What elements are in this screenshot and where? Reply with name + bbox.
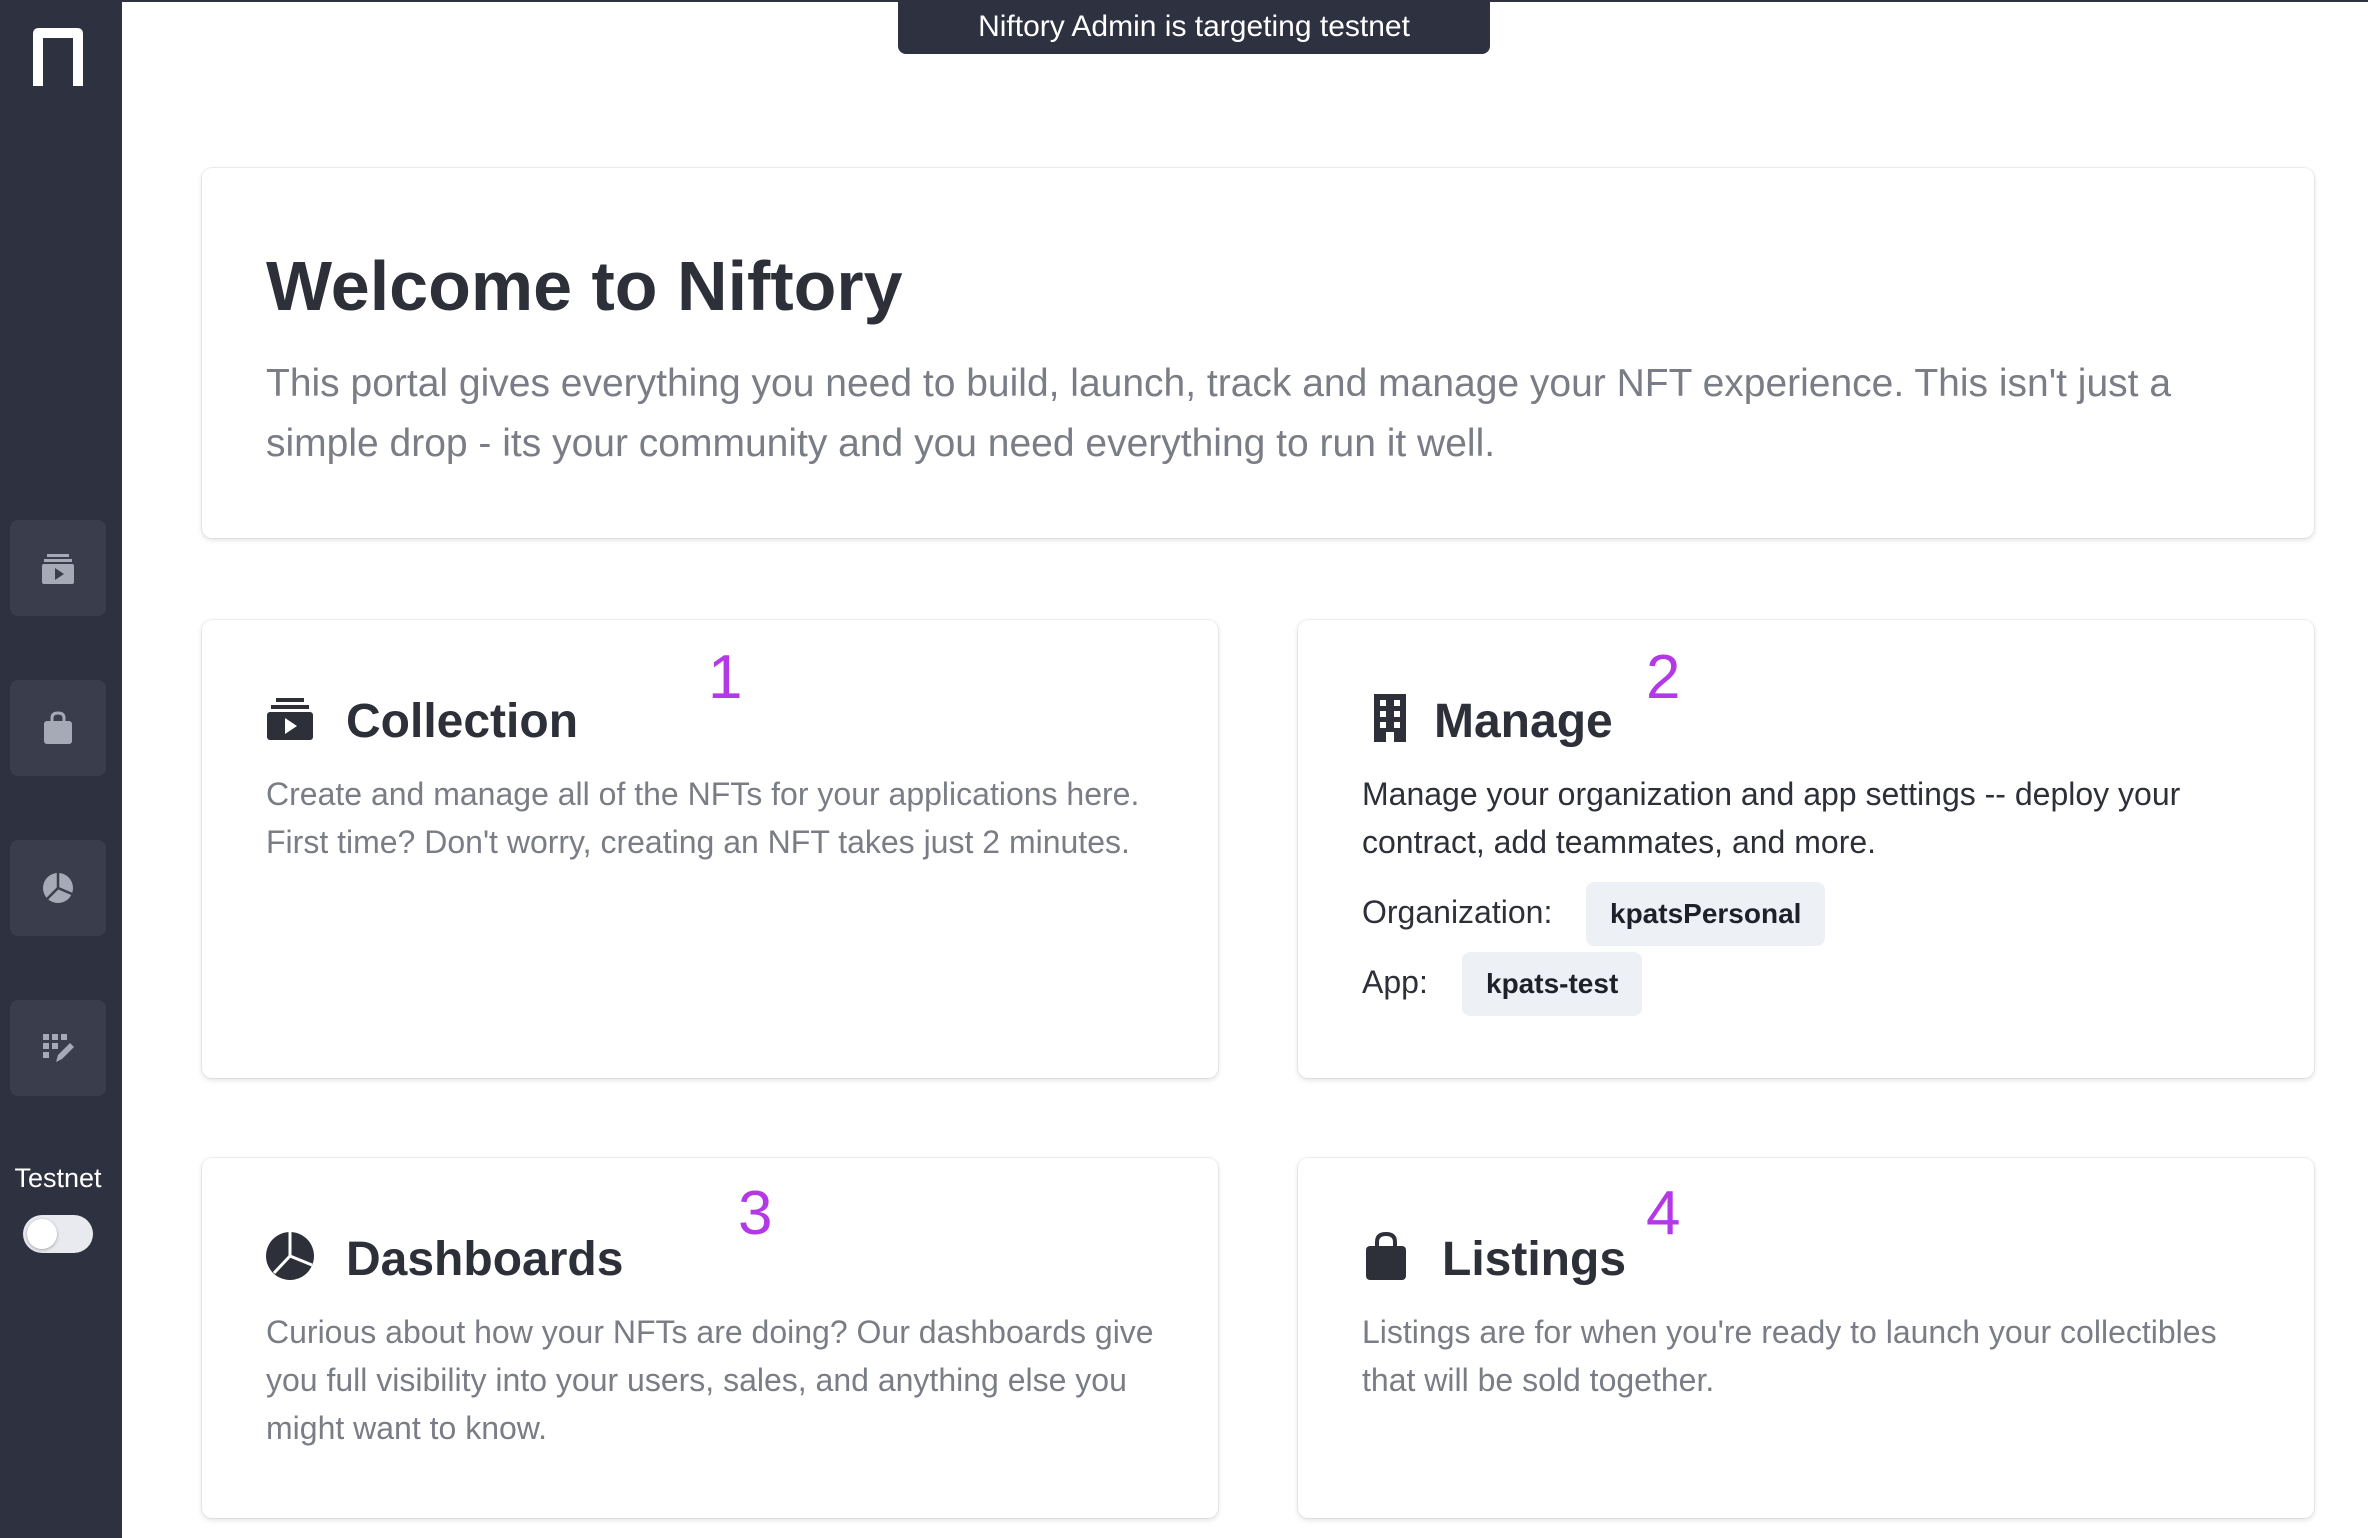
- sidebar-item-listings[interactable]: [10, 680, 106, 776]
- collection-description: Create and manage all of the NFTs for yo…: [266, 776, 1140, 860]
- manage-number: 2: [1646, 643, 1681, 712]
- collection-title: Collection: [346, 695, 579, 748]
- niftory-logo[interactable]: [31, 26, 85, 88]
- dashboards-card[interactable]: Dashboards 3 Curious about how your NFTs…: [202, 1158, 1218, 1518]
- manage-description: Manage your organization and app setting…: [1362, 776, 2181, 860]
- sidebar-item-manage[interactable]: [10, 1000, 106, 1096]
- organization-badge: kpatsPersonal: [1586, 882, 1826, 946]
- sidebar-item-collection[interactable]: [10, 520, 106, 616]
- organization-label: Organization:: [1362, 894, 1553, 930]
- dashboards-number: 3: [738, 1179, 773, 1248]
- shopping-bag-icon: [1366, 1231, 1406, 1280]
- sidebar-item-dashboards[interactable]: [10, 840, 106, 936]
- network-label: Testnet: [14, 1163, 102, 1193]
- listings-card[interactable]: Listings 4 Listings are for when you're …: [1298, 1158, 2314, 1518]
- app-label: App:: [1362, 964, 1428, 1000]
- collection-card[interactable]: Collection 1 Create and manage all of th…: [202, 620, 1218, 1078]
- manage-card[interactable]: Manage 2 Manage your organization and ap…: [1298, 620, 2314, 1078]
- pie-chart-icon: [266, 1232, 314, 1280]
- sidebar: Testnet: [0, 0, 122, 1538]
- toggle-knob: [27, 1219, 57, 1249]
- listings-title: Listings: [1442, 1233, 1627, 1286]
- collection-icon: [267, 698, 313, 740]
- listings-description: Listings are for when you're ready to la…: [1362, 1314, 2217, 1398]
- collection-icon: [42, 554, 74, 584]
- welcome-description: This portal gives everything you need to…: [266, 362, 2172, 465]
- network-toggle[interactable]: [23, 1215, 93, 1253]
- collection-number: 1: [708, 643, 743, 712]
- listings-number: 4: [1646, 1179, 1681, 1248]
- app-badge: kpats-test: [1462, 952, 1643, 1016]
- shopping-bag-icon: [44, 711, 72, 744]
- page-title: Welcome to Niftory: [266, 247, 903, 325]
- network-banner: Niftory Admin is targeting testnet: [898, 0, 1490, 54]
- manage-title: Manage: [1434, 695, 1613, 748]
- building-icon: [1374, 694, 1406, 742]
- pie-chart-icon: [43, 873, 73, 903]
- welcome-card: Welcome to Niftory This portal gives eve…: [202, 168, 2314, 538]
- dashboards-title: Dashboards: [346, 1233, 624, 1286]
- grid-edit-icon: [43, 1034, 74, 1062]
- dashboards-description: Curious about how your NFTs are doing? O…: [266, 1314, 1154, 1446]
